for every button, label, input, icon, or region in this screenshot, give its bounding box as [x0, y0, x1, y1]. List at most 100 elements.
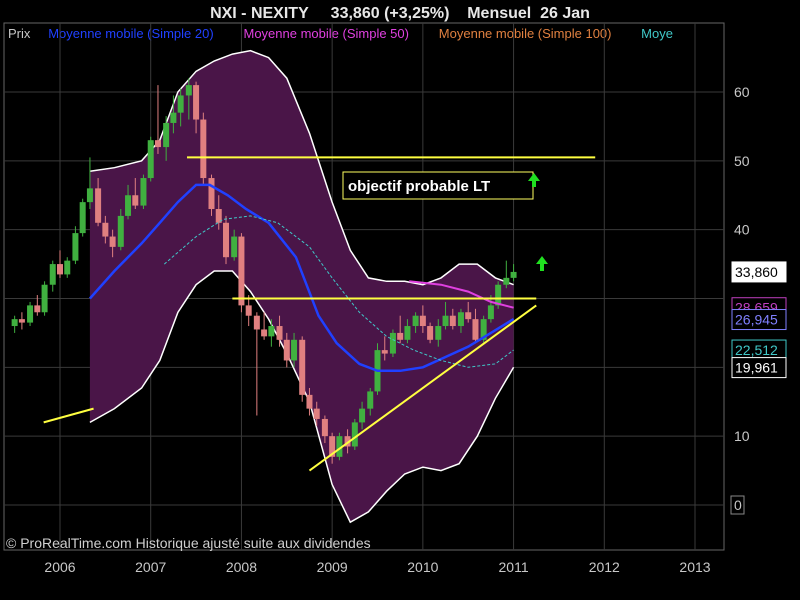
- candle-body: [79, 202, 86, 234]
- value-tag: 22,512: [731, 339, 787, 361]
- value-tag: 19,961: [731, 357, 787, 379]
- x-tick-label: 2010: [407, 559, 438, 575]
- candle-body: [163, 122, 170, 148]
- value-tag-text: 33,860: [735, 264, 778, 280]
- candle-body: [245, 305, 252, 316]
- candle-body: [64, 260, 71, 275]
- candle-body: [102, 222, 109, 237]
- candle-body: [253, 315, 260, 330]
- candle-body: [72, 233, 79, 261]
- candle-body: [503, 277, 510, 285]
- candle-body: [412, 315, 419, 327]
- candle-body: [223, 222, 230, 258]
- candle-body: [510, 271, 517, 278]
- chart-legend: Prix Moyenne mobile (Simple 20) Moyenne mo…: [8, 26, 673, 41]
- candle: [140, 174, 147, 210]
- x-tick-label: 2012: [589, 559, 620, 575]
- candle: [27, 301, 34, 327]
- candle: [299, 336, 306, 402]
- candle-body: [351, 422, 358, 447]
- candle-body: [442, 315, 449, 327]
- candle-body: [404, 326, 411, 340]
- x-tick-label: 2013: [679, 559, 710, 575]
- candle-body: [170, 112, 177, 123]
- candle: [200, 112, 207, 185]
- candle-body: [427, 326, 434, 340]
- legend-item: Prix: [8, 26, 31, 41]
- candle-body: [18, 319, 25, 323]
- candle-body: [132, 195, 139, 206]
- y-tick-label: 40: [734, 222, 750, 238]
- target-annotation-text: objectif probable LT: [348, 178, 490, 195]
- candle-body: [313, 408, 320, 419]
- legend-item: Moyenne mobile (Simple 50): [244, 26, 409, 41]
- candle-body: [200, 119, 207, 179]
- candle-body: [185, 85, 192, 96]
- value-tag-text: 22,512: [735, 342, 778, 358]
- candle: [351, 418, 358, 450]
- candle-body: [49, 264, 56, 285]
- y-tick-label: 60: [734, 84, 750, 100]
- candle-body: [147, 140, 154, 179]
- x-tick-label: 2007: [135, 559, 166, 575]
- candle-body: [449, 315, 456, 327]
- candle-body: [86, 188, 93, 203]
- candle: [238, 233, 245, 313]
- value-tag-text: 26,945: [735, 312, 778, 328]
- candle-body: [276, 326, 283, 340]
- candle-body: [27, 305, 34, 323]
- price-chart: NXI - NEXITY 33,860 (+3,25%) Mensuel 26 …: [0, 0, 800, 600]
- candle-body: [397, 332, 404, 340]
- value-tags: 33,86028,65926,94522,51219,961: [731, 261, 787, 379]
- candle-body: [359, 408, 366, 423]
- candle: [147, 136, 154, 182]
- candle-body: [306, 394, 313, 409]
- candle-body: [435, 326, 442, 340]
- y-tick-label: 10: [734, 428, 750, 444]
- legend-item: Moyenne mobile (Simple 100): [439, 26, 612, 41]
- credit-text: © ProRealTime.com Historique ajusté suit…: [6, 535, 371, 551]
- value-tag-text: 19,961: [735, 360, 778, 376]
- y-tick-label: 50: [734, 153, 750, 169]
- candle-body: [154, 140, 161, 148]
- candle-body: [57, 264, 63, 275]
- value-tag: 33,860: [731, 261, 787, 283]
- candle-body: [321, 418, 328, 437]
- candle-body: [193, 85, 200, 120]
- candle: [41, 281, 48, 316]
- candle-body: [367, 391, 374, 409]
- candle-body: [125, 195, 132, 216]
- candle: [79, 198, 86, 237]
- candle-body: [419, 315, 426, 327]
- x-tick-label: 2011: [499, 559, 529, 575]
- candle-body: [457, 312, 464, 327]
- candle-body: [381, 350, 388, 354]
- candle-body: [487, 305, 494, 320]
- chart-title: NXI - NEXITY 33,860 (+3,25%) Mensuel 26 …: [210, 5, 590, 22]
- candle-body: [208, 178, 215, 210]
- candle-body: [34, 305, 41, 313]
- legend-item: Moyenne mobile (Simple 20): [48, 26, 213, 41]
- x-tick-label: 2006: [44, 559, 75, 575]
- legend-item: Moye: [641, 26, 673, 41]
- candle-body: [472, 319, 479, 340]
- candle-body: [389, 332, 396, 354]
- candle-body: [117, 215, 124, 247]
- candle-body: [268, 326, 275, 337]
- candle-body: [231, 236, 238, 258]
- candle-body: [291, 339, 298, 361]
- candle-body: [261, 329, 268, 337]
- candle-body: [109, 236, 116, 247]
- x-tick-label: 2008: [226, 559, 257, 575]
- candle: [389, 329, 396, 358]
- candle-body: [11, 319, 18, 327]
- value-tag: 26,945: [731, 309, 787, 331]
- candle-body: [465, 312, 472, 320]
- y-tick-label: 0: [734, 497, 742, 513]
- candle-body: [283, 339, 290, 361]
- target-annotation: objectif probable LT: [342, 171, 534, 200]
- candle-body: [140, 178, 147, 206]
- candle-body: [177, 95, 184, 113]
- candle: [223, 215, 230, 265]
- x-tick-label: 2009: [317, 559, 348, 575]
